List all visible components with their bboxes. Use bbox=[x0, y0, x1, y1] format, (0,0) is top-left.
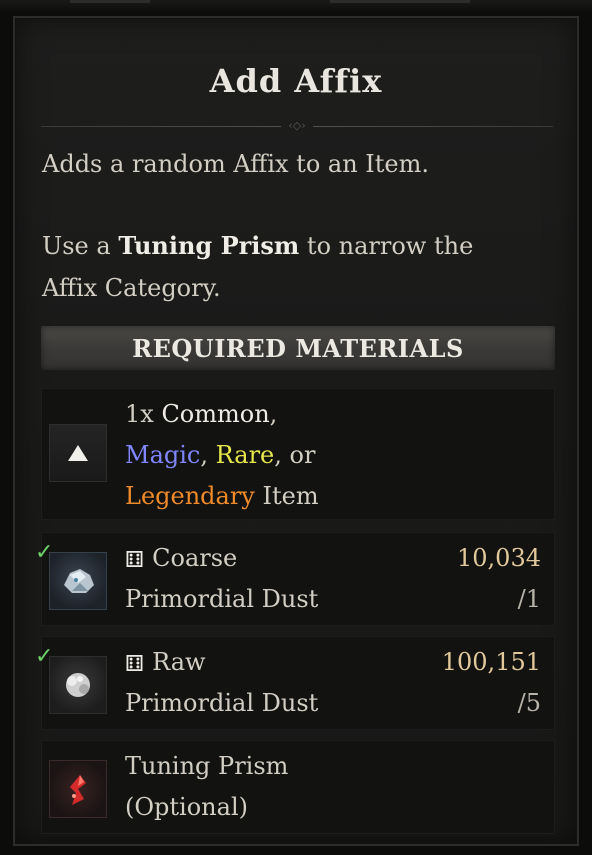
tuning-prism-icon bbox=[49, 760, 107, 818]
material-name-line-1: Tuning Prism bbox=[125, 752, 289, 780]
material-row-tuning-prism[interactable]: Tuning Prism (Optional) bbox=[41, 740, 555, 834]
raw-primordial-dust-icon bbox=[49, 656, 107, 714]
rarity-magic: Magic bbox=[125, 441, 201, 469]
material-name: Raw bbox=[152, 648, 206, 676]
separator: , bbox=[200, 441, 216, 469]
hint-line-2: Affix Category. bbox=[42, 274, 221, 302]
dice-icon: ⚅ bbox=[125, 652, 145, 677]
rarity-legendary: Legendary bbox=[125, 482, 255, 510]
crafting-tooltip-panel: Add Affix ‹◇› Adds a random Affix to an … bbox=[13, 16, 579, 846]
dice-icon: ⚅ bbox=[125, 548, 145, 573]
item-requirement-line-2: Magic, Rare, or bbox=[125, 435, 315, 475]
separator: , or bbox=[274, 441, 316, 469]
description-text: Adds a random Affix to an Item. bbox=[42, 150, 430, 178]
material-name-line-2: Primordial Dust bbox=[125, 689, 319, 717]
rarity-rare: Rare bbox=[215, 441, 275, 469]
triangle-up-icon bbox=[68, 445, 88, 461]
dust-pile-icon bbox=[66, 673, 90, 697]
hint-suffix: to narrow the bbox=[299, 232, 474, 260]
separator: , bbox=[269, 400, 278, 428]
item-requirement-line-1: 1x Common, bbox=[125, 394, 277, 434]
panel-title: Add Affix bbox=[209, 62, 383, 100]
material-name-line-1: ⚅ Raw bbox=[125, 642, 206, 685]
material-row-raw-dust[interactable]: ✓ ⚅ Raw Primordial Dust 100,151 /5 bbox=[35, 636, 555, 730]
item-slot bbox=[49, 424, 107, 482]
rarity-common: Common bbox=[161, 400, 270, 428]
required-amount: /5 bbox=[517, 689, 541, 717]
frame-highlight bbox=[70, 0, 150, 3]
material-row-coarse-dust[interactable]: ✓ ⚅ Coarse Primordial Dust 10,034 /1 bbox=[35, 532, 555, 626]
hint-prefix: Use a bbox=[42, 232, 119, 260]
item-requirement-line-3: Legendary Item bbox=[125, 476, 319, 516]
material-name-line-2: Primordial Dust bbox=[125, 585, 319, 613]
prism-crystal-icon bbox=[70, 775, 86, 805]
top-frame-strip bbox=[0, 0, 592, 12]
owned-amount: 10,034 bbox=[457, 544, 541, 572]
owned-amount: 100,151 bbox=[441, 648, 541, 676]
material-name-line-1: ⚅ Coarse bbox=[125, 538, 237, 581]
required-amount: /1 bbox=[517, 585, 541, 613]
required-materials-header: REQUIRED MATERIALS bbox=[41, 326, 555, 370]
coarse-primordial-dust-icon bbox=[49, 552, 107, 610]
divider-ornament-icon: ‹◇› bbox=[281, 120, 313, 132]
frame-highlight bbox=[330, 0, 470, 3]
item-word: Item bbox=[254, 482, 319, 510]
hint-highlight: Tuning Prism bbox=[118, 231, 300, 260]
material-name: Coarse bbox=[152, 544, 238, 572]
item-requirement-row[interactable]: 1x Common, Magic, Rare, or Legendary Ite… bbox=[41, 388, 555, 520]
dust-crystal-icon bbox=[64, 569, 94, 593]
hint-line-1: Use a Tuning Prism to narrow the bbox=[42, 226, 473, 266]
quantity-text: 1x bbox=[125, 400, 162, 428]
material-name-line-2: (Optional) bbox=[125, 793, 248, 821]
